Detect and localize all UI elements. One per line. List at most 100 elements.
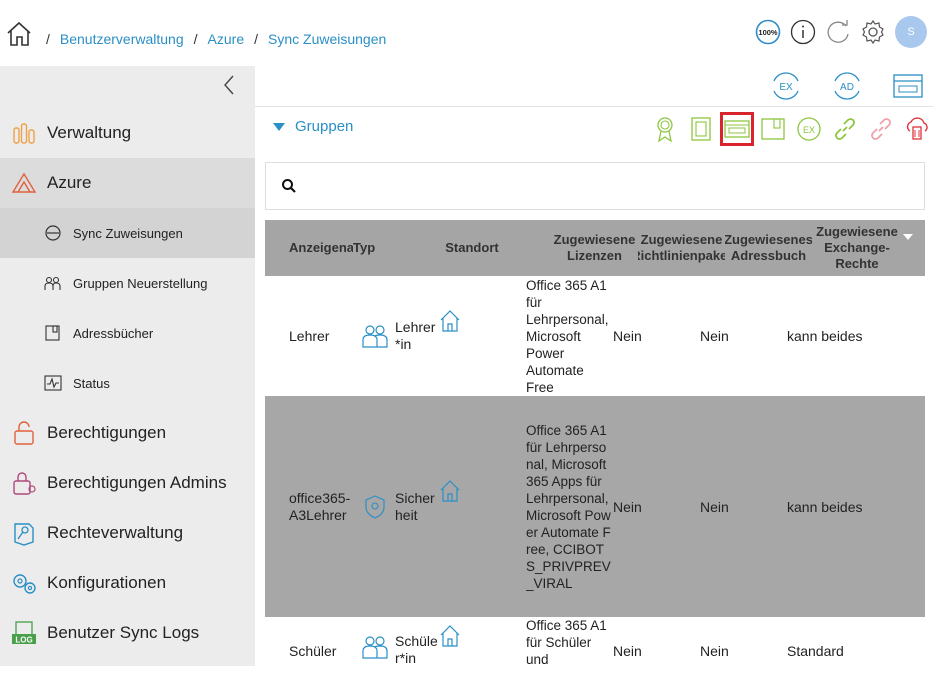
breadcrumb-benutzerverwaltung[interactable]: Benutzerverwaltung	[60, 31, 184, 47]
cell-licenses: Office 365 A1 für Lehrpersonal, Microsof…	[526, 277, 609, 395]
cell-exchange: kann beides	[787, 498, 863, 515]
sidebar-item-label: Sync Zuweisungen	[73, 225, 183, 241]
cell-licenses: Office 365 A1 für Schüler und	[526, 618, 607, 667]
refresh-icon[interactable]	[825, 19, 851, 45]
sidebar-nav: Verwaltung Azure Sync Zuweisungen Gruppe…	[0, 108, 255, 658]
cell-addressbook: Nein	[700, 328, 729, 344]
sidebar-item-label: Gruppen Neuerstellung	[73, 275, 208, 291]
header-actions: 100% S	[755, 16, 927, 48]
sidebar-item-label: Azure	[47, 173, 92, 192]
cell-name: Schüler	[289, 643, 337, 659]
search-field[interactable]	[265, 162, 925, 210]
sidebar-item-rechteverwaltung[interactable]: Rechteverwaltung	[0, 508, 255, 558]
groups-section-header[interactable]: Gruppen	[273, 118, 353, 135]
user-avatar[interactable]: S	[895, 16, 927, 48]
ex-label: EX	[779, 82, 793, 93]
home-icon[interactable]	[5, 20, 33, 48]
breadcrumb-separator: /	[193, 31, 198, 47]
col-exchange[interactable]: Zugewiesene Exchange-Rechte	[812, 220, 902, 276]
addressbook-icon	[45, 325, 60, 341]
cell-exchange: Standard	[787, 643, 844, 659]
table-row[interactable]: office365-A3Lehrer Sicher heit Office 36…	[265, 396, 925, 617]
col-richtlinienpaket[interactable]: Zugewiesene Richtlinienpaket	[638, 220, 725, 276]
lock-icon	[14, 421, 34, 445]
sidebar-item-berechtigungen-admins[interactable]: Berechtigungen Admins	[0, 458, 255, 508]
cell-location	[440, 276, 464, 396]
group-tools: EX	[651, 112, 931, 146]
search-icon	[282, 179, 296, 193]
teacher-group-icon	[362, 325, 388, 348]
license-icon[interactable]	[687, 115, 715, 143]
settings-icon[interactable]	[860, 19, 886, 45]
breadcrumb-sync-zuweisungen[interactable]: Sync Zuweisungen	[268, 31, 386, 47]
sidebar-item-adressbuecher[interactable]: Adressbücher	[0, 308, 255, 358]
zoom-100-icon[interactable]: 100%	[755, 19, 781, 45]
addressbook-icon[interactable]	[759, 115, 787, 143]
collapse-sidebar-icon[interactable]	[220, 74, 238, 96]
col-lizenzen[interactable]: Zugewiesene Lizenzen	[551, 220, 638, 276]
col-adressbuch[interactable]: Zugewiesenes Adressbuch	[725, 220, 812, 276]
caret-down-icon	[273, 122, 285, 131]
link-icon[interactable]	[831, 115, 859, 143]
sidebar-item-label: Adressbücher	[73, 325, 154, 341]
sidebar-item-sync-zuweisungen[interactable]: Sync Zuweisungen	[0, 208, 255, 258]
console-button[interactable]	[892, 72, 924, 100]
exchange-icon[interactable]: EX	[795, 115, 823, 143]
breadcrumb-azure[interactable]: Azure	[208, 31, 245, 47]
sidebar-item-label: Konfigurationen	[47, 573, 167, 592]
unlink-icon[interactable]	[867, 115, 895, 143]
sidebar-item-label: Verwaltung	[47, 123, 132, 142]
main-content: EX AD Gruppen EX Anzeigena Typ Standort …	[255, 66, 933, 667]
cell-exchange: kann beides	[787, 328, 863, 344]
svg-text:LOG: LOG	[15, 636, 32, 645]
sort-caret-icon[interactable]	[903, 234, 913, 240]
table-row[interactable]: Lehrer Lehrer *in Office 365 A1 für Lehr…	[265, 276, 925, 396]
sidebar-item-label: Status	[73, 375, 110, 391]
policy-icon[interactable]	[720, 112, 754, 146]
location-home-icon[interactable]	[440, 480, 460, 502]
type-label: Schüle r*in	[395, 633, 438, 666]
location-home-icon[interactable]	[440, 310, 460, 332]
cell-name: Lehrer	[289, 328, 330, 344]
status-icon	[44, 375, 62, 391]
sidebar-item-status[interactable]: Status	[0, 358, 255, 408]
student-group-icon	[362, 636, 388, 659]
sidebar-item-berechtigungen[interactable]: Berechtigungen	[0, 408, 255, 458]
sidebar-item-gruppen-neuerstellung[interactable]: Gruppen Neuerstellung	[0, 258, 255, 308]
col-typ[interactable]: Typ	[353, 220, 393, 276]
sidebar-item-label: Berechtigungen	[47, 423, 167, 442]
cell-name: office365-A3Lehrer	[289, 489, 351, 523]
admin-lock-icon	[13, 472, 36, 495]
cell-policy: Nein	[613, 498, 642, 515]
ad-sync-button[interactable]: AD	[831, 72, 863, 100]
sidebar-item-verwaltung[interactable]: Verwaltung	[0, 108, 255, 158]
location-home-icon[interactable]	[440, 625, 460, 647]
info-icon[interactable]	[790, 19, 816, 45]
groups-table: Anzeigename Typ Standort Zugewiesene Liz…	[265, 220, 925, 687]
sidebar-item-benutzer-sync-logs[interactable]: LOG Benutzer Sync Logs	[0, 608, 255, 658]
cell-addressbook: Nein	[700, 498, 729, 515]
ad-label: AD	[840, 82, 854, 93]
cell-type: Lehrer *in	[353, 276, 440, 396]
breadcrumb: / Benutzerverwaltung / Azure / Sync Zuwe…	[46, 31, 396, 47]
group-rebuild-icon	[44, 276, 61, 290]
sidebar: Verwaltung Azure Sync Zuweisungen Gruppe…	[0, 66, 255, 666]
sidebar-item-azure[interactable]: Azure	[0, 158, 255, 208]
cell-type: Schüle r*in	[353, 617, 440, 687]
gears-icon	[13, 574, 36, 594]
sidebar-item-label: Benutzer Sync Logs	[47, 623, 200, 642]
sidebar-item-konfigurationen[interactable]: Konfigurationen	[0, 558, 255, 608]
delete-cloud-icon[interactable]	[903, 115, 931, 143]
sync-icon	[45, 225, 61, 241]
azure-icon	[11, 172, 37, 193]
table-row[interactable]: Schüler Schüle r*in Office 365 A1 für Sc…	[265, 617, 925, 687]
certificate-icon[interactable]	[651, 115, 679, 143]
cell-addressbook: Nein	[700, 643, 729, 659]
top-bar: / Benutzerverwaltung / Azure / Sync Zuwe…	[0, 0, 933, 66]
cell-type: Sicher heit	[353, 396, 440, 617]
cell-policy: Nein	[613, 328, 642, 344]
col-standort[interactable]: Standort	[393, 220, 551, 276]
exchange-sync-button[interactable]: EX	[770, 72, 802, 100]
breadcrumb-separator: /	[46, 31, 50, 47]
col-anzeigename[interactable]: Anzeigename	[265, 220, 353, 276]
